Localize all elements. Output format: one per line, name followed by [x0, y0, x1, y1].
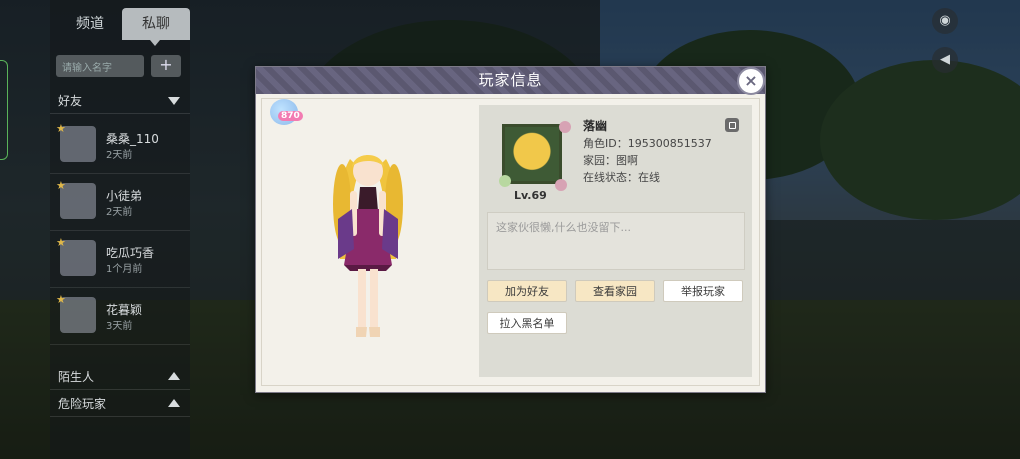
left-edge-tab[interactable]	[0, 60, 8, 160]
blacklist-button[interactable]: 拉入黑名单	[487, 312, 567, 334]
status-value: 在线	[638, 171, 660, 184]
group-header-friends[interactable]: 好友	[50, 88, 190, 114]
player-nickname: 落幽	[583, 119, 608, 133]
group-label-strangers: 陌生人	[58, 370, 95, 384]
friend-item[interactable]: ★ 小徒弟 2天前	[50, 175, 190, 231]
role-id-label: 角色ID：	[583, 137, 628, 150]
role-id-value: 195300851537	[627, 137, 712, 150]
search-input[interactable]: 请输入名字	[56, 55, 144, 77]
group-label-dangerous: 危险玩家	[58, 397, 107, 411]
friend-name: 花暮颖	[106, 303, 143, 317]
friend-last-seen: 1个月前	[106, 264, 143, 275]
megaphone-icon[interactable]: ◀	[932, 47, 958, 73]
player-info-dialog: 玩家信息 × 870 Lv.69 落幽 角色ID：195300851537 家园…	[255, 66, 766, 393]
home-line: 家园：图啊	[583, 152, 638, 168]
copy-icon[interactable]	[725, 118, 741, 134]
status-line: 在线状态：在线	[583, 169, 660, 185]
role-id-line: 角色ID：195300851537	[583, 135, 712, 151]
tab-private-chat[interactable]: 私聊	[122, 8, 190, 40]
player-info-card: Lv.69 落幽 角色ID：195300851537 家园：图啊 在线状态：在线…	[479, 105, 752, 377]
group-header-strangers[interactable]: 陌生人	[50, 364, 190, 390]
close-button[interactable]: ×	[737, 67, 765, 95]
player-avatar[interactable]	[497, 119, 571, 191]
star-icon: ★	[56, 293, 66, 306]
star-icon: ★	[56, 236, 66, 249]
tab-channel[interactable]: 频道	[56, 8, 124, 40]
dialog-header: 玩家信息	[256, 67, 765, 94]
dialog-title: 玩家信息	[478, 71, 543, 89]
star-icon: ★	[56, 179, 66, 192]
friend-last-seen: 2天前	[106, 150, 133, 161]
group-label-friends: 好友	[58, 94, 83, 108]
player-level: Lv.69	[514, 189, 547, 202]
signature-box: 这家伙很懒,什么也没留下...	[487, 212, 745, 270]
friend-item[interactable]: ★ 桑桑_110 2天前	[50, 118, 190, 174]
friend-item[interactable]: ★ 吃瓜巧香 1个月前	[50, 232, 190, 288]
home-value: 图啊	[616, 154, 638, 167]
friend-item[interactable]: ★ 花暮颖 3天前	[50, 289, 190, 345]
add-friend-button[interactable]: 加为好友	[487, 280, 567, 302]
group-header-dangerous[interactable]: 危险玩家	[50, 391, 190, 417]
friend-last-seen: 3天前	[106, 321, 133, 332]
chevron-down-icon	[168, 97, 180, 105]
friend-name: 吃瓜巧香	[106, 246, 155, 260]
view-home-button[interactable]: 查看家园	[575, 280, 655, 302]
status-label: 在线状态：	[583, 171, 638, 184]
report-player-button[interactable]: 举报玩家	[663, 280, 743, 302]
camera-icon[interactable]: ◉	[932, 8, 958, 34]
close-icon: ×	[744, 71, 758, 90]
active-tab-indicator	[150, 40, 160, 46]
star-icon: ★	[56, 122, 66, 135]
add-contact-button[interactable]: +	[151, 55, 181, 77]
friend-name: 桑桑_110	[106, 132, 159, 146]
chevron-up-icon	[168, 372, 180, 380]
character-model	[333, 155, 403, 337]
friend-name: 小徒弟	[106, 189, 143, 203]
home-label: 家园：	[583, 154, 616, 167]
chevron-up-icon	[168, 399, 180, 407]
friend-last-seen: 2天前	[106, 207, 133, 218]
